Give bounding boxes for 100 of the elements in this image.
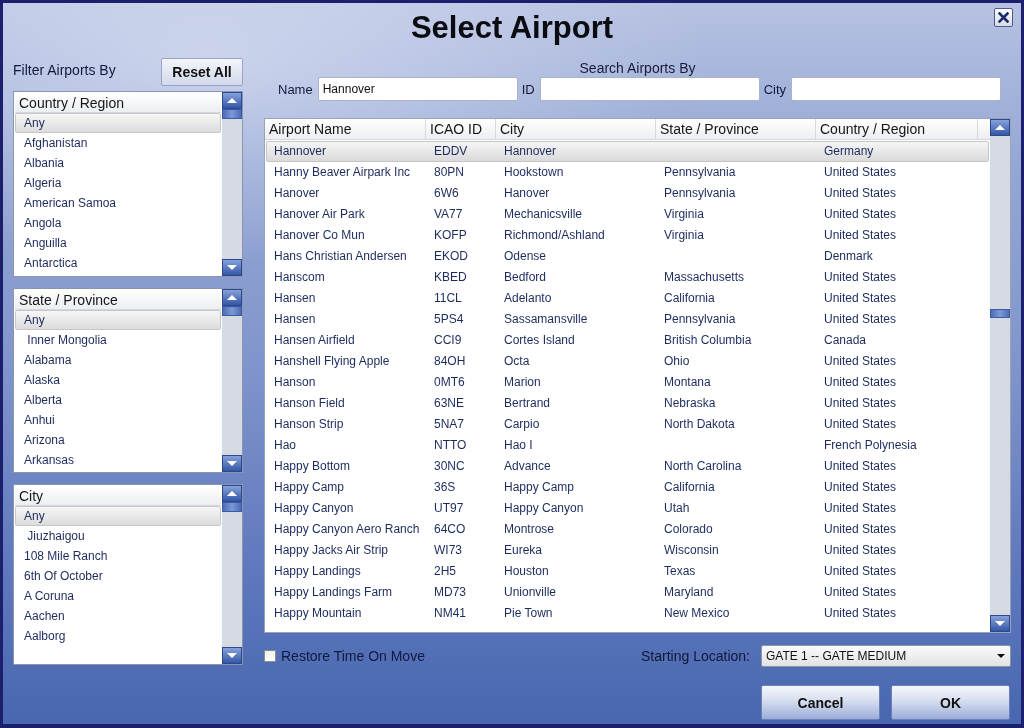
table-row[interactable]: Hansen 5PS4 Sassamansville Pennsylvania United States bbox=[266, 309, 989, 330]
table-row[interactable]: Happy Landings 2H5 Houston Texas United States bbox=[266, 561, 989, 582]
starting-location-dropdown[interactable]: GATE 1 -- GATE MEDIUM bbox=[761, 645, 1011, 667]
table-cell: 11CL bbox=[434, 291, 462, 305]
table-cell: Marion bbox=[504, 375, 541, 389]
list-item[interactable]: Alabama bbox=[15, 350, 221, 370]
scrollbar[interactable] bbox=[222, 289, 242, 472]
list-item[interactable]: Aachen bbox=[15, 606, 221, 626]
column-header[interactable]: State / Province bbox=[656, 119, 816, 139]
list-item[interactable]: Algeria bbox=[15, 173, 221, 193]
scrollbar-thumb[interactable] bbox=[222, 109, 242, 119]
table-cell: 6W6 bbox=[434, 186, 459, 200]
list-item[interactable]: Any bbox=[15, 310, 221, 330]
table-cell: 30NC bbox=[434, 459, 465, 473]
scroll-up-button[interactable] bbox=[222, 92, 242, 109]
table-row[interactable]: Hanscom KBED Bedford Massachusetts United States bbox=[266, 267, 989, 288]
table-cell: Happy Landings bbox=[274, 564, 361, 578]
table-row[interactable]: Hanson Field 63NE Bertrand Nebraska United States bbox=[266, 393, 989, 414]
table-row[interactable]: Hannover EDDV Hannover Germany bbox=[266, 141, 989, 162]
table-cell: Hans Christian Andersen bbox=[274, 249, 407, 263]
list-item[interactable]: Albania bbox=[15, 153, 221, 173]
scroll-down-button[interactable] bbox=[990, 615, 1010, 632]
scrollbar[interactable] bbox=[222, 92, 242, 276]
table-row[interactable]: Hansen 11CL Adelanto California United States bbox=[266, 288, 989, 309]
scroll-down-button[interactable] bbox=[222, 455, 242, 472]
list-item[interactable]: Inner Mongolia bbox=[15, 330, 221, 350]
starting-location-label: Starting Location: bbox=[641, 648, 750, 664]
table-cell: Sassamansville bbox=[504, 312, 588, 326]
list-item[interactable]: Arkansas bbox=[15, 450, 221, 470]
field-label: ID bbox=[521, 81, 535, 97]
column-header[interactable]: Airport Name bbox=[265, 119, 426, 139]
table-cell: United States bbox=[824, 396, 897, 410]
scrollbar[interactable] bbox=[222, 485, 242, 664]
scroll-up-button[interactable] bbox=[222, 485, 242, 502]
list-item[interactable]: Jiuzhaigou bbox=[15, 526, 221, 546]
table-cell: KBED bbox=[434, 270, 467, 284]
list-item[interactable]: Any bbox=[15, 113, 221, 133]
list-item[interactable]: Anguilla bbox=[15, 233, 221, 253]
table-row[interactable]: Happy Bottom 30NC Advance North Carolina United States bbox=[266, 456, 989, 477]
table-cell: 64CO bbox=[434, 522, 466, 536]
list-item[interactable]: A Coruna bbox=[15, 586, 221, 606]
scrollbar-thumb[interactable] bbox=[222, 306, 242, 316]
list-item[interactable]: Anhui bbox=[15, 410, 221, 430]
table-cell: United States bbox=[824, 522, 897, 536]
restore-time-checkbox[interactable] bbox=[264, 650, 276, 662]
table-row[interactable]: Happy Canyon Aero Ranch 64CO Montrose Colorado United States bbox=[266, 519, 989, 540]
column-header[interactable]: ICAO ID bbox=[426, 119, 496, 139]
table-cell: MD73 bbox=[434, 585, 466, 599]
table-row[interactable]: Hanny Beaver Airpark Inc 80PN Hookstown Pennsylvania United States bbox=[266, 162, 989, 183]
list-item[interactable]: Alaska bbox=[15, 370, 221, 390]
list-item[interactable]: Afghanistan bbox=[15, 133, 221, 153]
table-row[interactable]: Happy Jacks Air Strip WI73 Eureka Wisconsin United States bbox=[266, 540, 989, 561]
list-item[interactable]: Arizona bbox=[15, 430, 221, 450]
reset-all-button[interactable]: Reset All bbox=[161, 58, 243, 86]
scrollbar[interactable] bbox=[990, 119, 1010, 632]
table-row[interactable]: Hanson Strip 5NA7 Carpio North Dakota United States bbox=[266, 414, 989, 435]
scroll-up-button[interactable] bbox=[222, 289, 242, 306]
search-title: Search Airports By bbox=[579, 60, 696, 76]
table-row[interactable]: Hanshell Flying Apple 84OH Octa Ohio United States bbox=[266, 351, 989, 372]
table-row[interactable]: Happy Canyon UT97 Happy Canyon Utah United States bbox=[266, 498, 989, 519]
table-row[interactable]: Hansen Airfield CCI9 Cortes Island British Columbia Canada bbox=[266, 330, 989, 351]
table-row[interactable]: Happy Landings Farm MD73 Unionville Maryland United States bbox=[266, 582, 989, 603]
list-item[interactable]: Any bbox=[15, 506, 221, 526]
scroll-down-button[interactable] bbox=[222, 259, 242, 276]
table-cell: 80PN bbox=[434, 165, 465, 179]
table-row[interactable]: Hao NTTO Hao I French Polynesia bbox=[266, 435, 989, 456]
list-item[interactable]: 6th Of October bbox=[15, 566, 221, 586]
scroll-up-button[interactable] bbox=[990, 119, 1010, 136]
down-arrow-icon bbox=[227, 653, 237, 658]
list-item[interactable]: Antarctica bbox=[15, 253, 221, 273]
table-row[interactable]: Happy Mountain NM41 Pie Town New Mexico United States bbox=[266, 603, 989, 624]
table-cell: New Mexico bbox=[664, 606, 730, 620]
table-cell: North Dakota bbox=[664, 417, 735, 431]
table-row[interactable]: Hans Christian Andersen EKOD Odense Denmark bbox=[266, 246, 989, 267]
scrollbar-thumb[interactable] bbox=[990, 309, 1010, 318]
list-item[interactable]: American Samoa bbox=[15, 193, 221, 213]
table-row[interactable]: Hanover Air Park VA77 Mechanicsville Virginia United States bbox=[266, 204, 989, 225]
search-field[interactable] bbox=[791, 77, 1002, 101]
list-item[interactable]: 108 Mile Ranch bbox=[15, 546, 221, 566]
scroll-down-button[interactable] bbox=[222, 647, 242, 664]
list-item[interactable]: Alberta bbox=[15, 390, 221, 410]
table-row[interactable]: Happy Camp 36S Happy Camp California United States bbox=[266, 477, 989, 498]
scrollbar-thumb[interactable] bbox=[222, 502, 242, 512]
table-row[interactable]: Hanover Co Mun KOFP Richmond/Ashland Virginia United States bbox=[266, 225, 989, 246]
close-button[interactable] bbox=[994, 8, 1013, 27]
table-row[interactable]: Hanson 0MT6 Marion Montana United States bbox=[266, 372, 989, 393]
cancel-button[interactable]: Cancel bbox=[761, 685, 880, 720]
table-row[interactable]: Hanover 6W6 Hanover Pennsylvania United States bbox=[266, 183, 989, 204]
list-item[interactable]: Angola bbox=[15, 213, 221, 233]
column-header[interactable]: City bbox=[496, 119, 656, 139]
ok-button[interactable]: OK bbox=[891, 685, 1010, 720]
column-header[interactable]: Country / Region bbox=[816, 119, 978, 139]
table-cell: Happy Landings Farm bbox=[274, 585, 393, 599]
table-cell: 2H5 bbox=[434, 564, 456, 578]
list-item[interactable]: Aalborg bbox=[15, 626, 221, 646]
table-cell: 5PS4 bbox=[434, 312, 464, 326]
search-field[interactable]: Hannover bbox=[317, 77, 518, 101]
search-field[interactable] bbox=[539, 77, 760, 101]
close-icon bbox=[998, 12, 1009, 23]
table-cell: United States bbox=[824, 375, 897, 389]
